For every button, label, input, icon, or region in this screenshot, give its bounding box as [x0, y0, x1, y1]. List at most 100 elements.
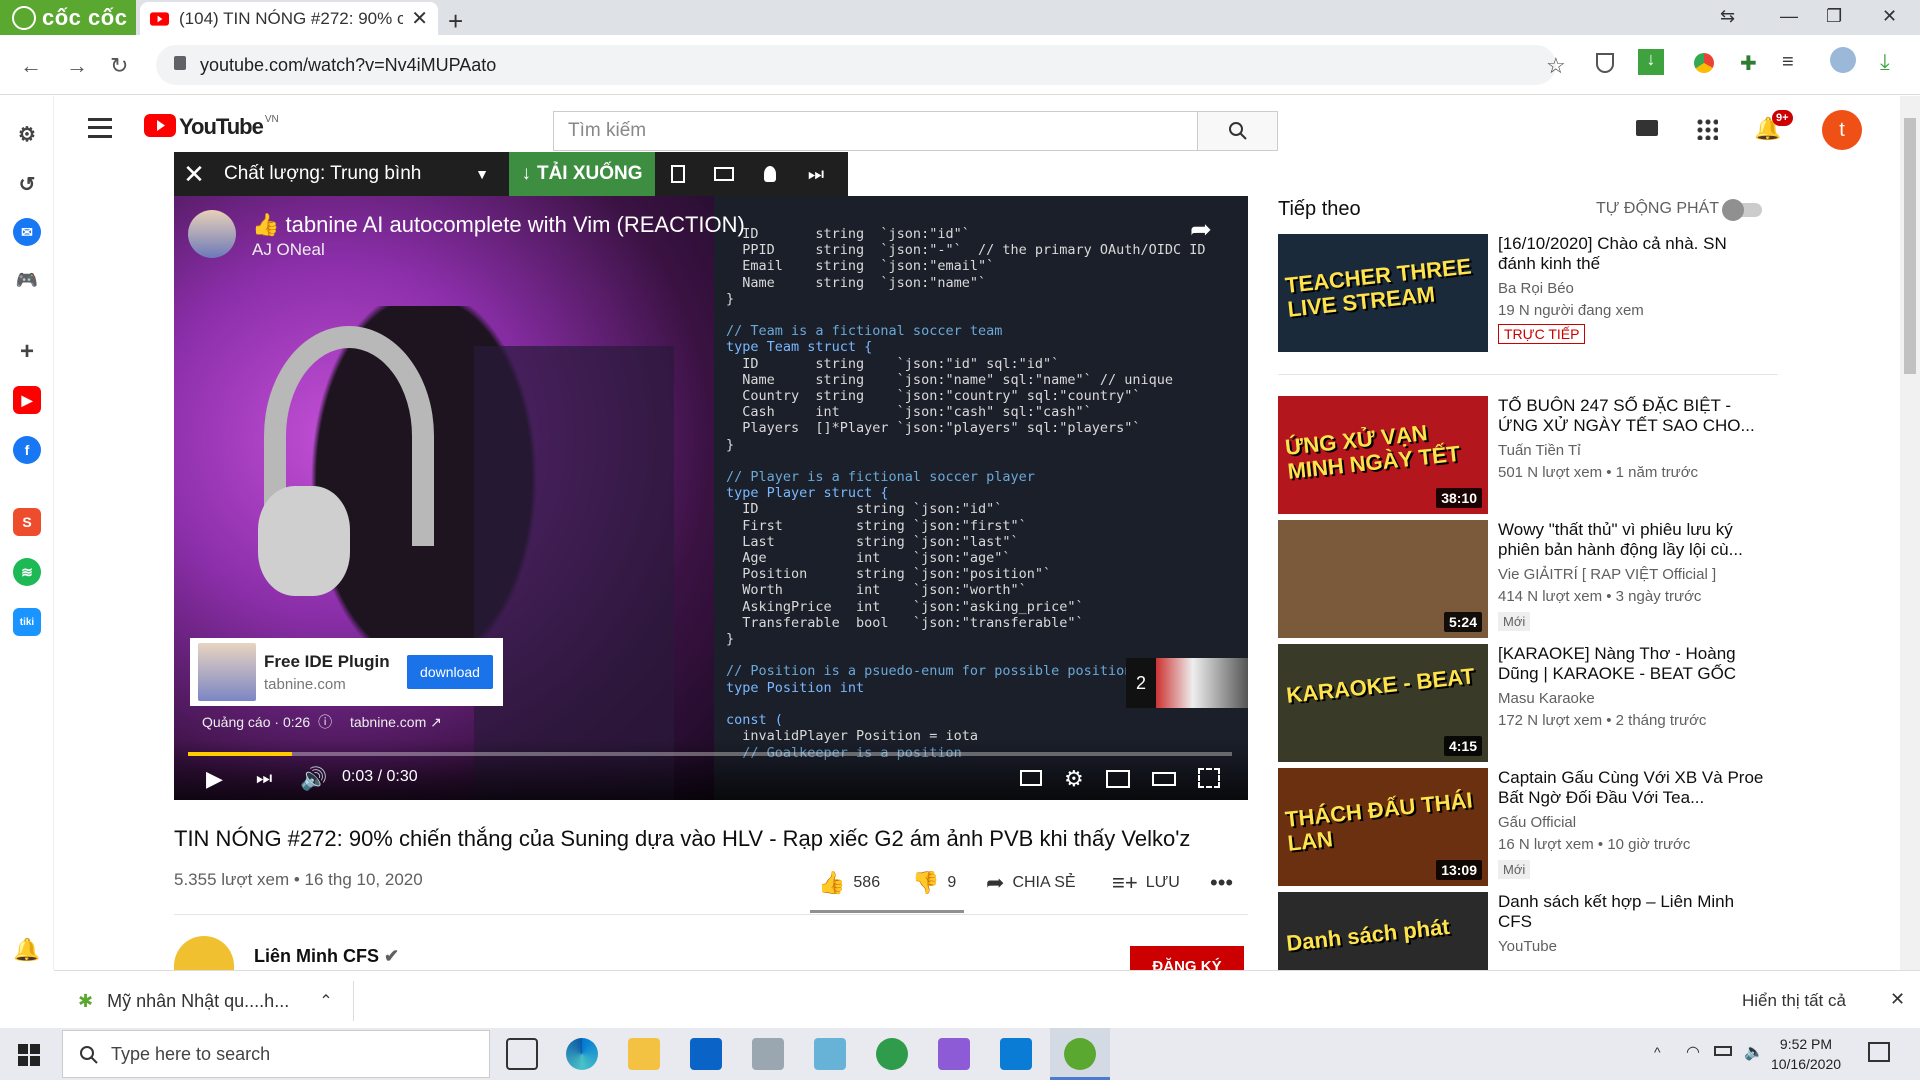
save-button[interactable]: ≡+ LƯU	[1112, 870, 1180, 896]
recommendation-channel[interactable]: Ba Rọi Béo	[1498, 280, 1574, 297]
shield-icon[interactable]	[1596, 53, 1614, 73]
chrome-ext-icon[interactable]	[1694, 53, 1714, 73]
profile-avatar-icon[interactable]	[1830, 47, 1856, 73]
progress-bar[interactable]	[188, 752, 1232, 756]
recommendation-title[interactable]: Wowy "thất thủ" vì phiêu lưu ký phiên bả…	[1498, 520, 1768, 560]
media-control-icon[interactable]: ≡	[1782, 51, 1794, 74]
miniplayer-icon[interactable]	[1106, 770, 1130, 788]
new-tab-button[interactable]: +	[448, 6, 463, 37]
add-app-icon[interactable]: +	[13, 338, 41, 366]
info-icon[interactable]: ⓘ	[318, 714, 332, 730]
tab-search-icon[interactable]: ⇆	[1720, 6, 1735, 27]
battery-icon[interactable]	[1714, 1046, 1732, 1056]
channel-name[interactable]: Liên Minh CFS ✔	[254, 946, 399, 967]
scrollbar-thumb[interactable]	[1904, 118, 1916, 374]
game-controller-icon[interactable]: 🎮	[13, 266, 41, 294]
tiki-app-icon[interactable]: tiki	[13, 608, 41, 636]
user-avatar[interactable]: t	[1822, 110, 1862, 150]
subscribe-button[interactable]: ĐĂNG KÝ	[1130, 946, 1244, 975]
channel-avatar[interactable]	[188, 210, 236, 258]
download-ext-icon[interactable]: ↓	[1638, 49, 1664, 75]
youtube-app-icon[interactable]: ▶	[13, 386, 41, 414]
coccoc-taskbar-item[interactable]	[1050, 1028, 1110, 1080]
lightbulb-icon[interactable]	[747, 152, 793, 196]
autoplay-toggle[interactable]	[1722, 199, 1764, 221]
file-explorer-icon[interactable]	[628, 1038, 660, 1070]
volume-icon[interactable]: 🔊	[300, 766, 327, 792]
recommendation-item[interactable]: ỨNG XỬ VẠN MINH NGÀY TẾT 38:10 TỐ BUÔN 247…	[1278, 396, 1778, 514]
export-icon[interactable]	[655, 152, 701, 196]
subtitles-icon[interactable]	[1020, 770, 1042, 786]
reload-icon[interactable]: ↻	[110, 53, 128, 79]
tool-app-icon[interactable]	[752, 1038, 784, 1070]
chevron-up-icon[interactable]: ⌃	[319, 991, 332, 1011]
apps-grid-icon[interactable]	[1696, 118, 1718, 140]
skip-icon[interactable]: ⏭	[793, 152, 839, 196]
facebook-app-icon[interactable]: f	[13, 436, 41, 464]
recommendation-title[interactable]: [KARAOKE] Nàng Thơ - Hoàng Dũng | KARAOK…	[1498, 644, 1768, 684]
taskbar-clock[interactable]: 9:52 PM 10/16/2020	[1770, 1034, 1842, 1074]
minimize-icon[interactable]: —	[1780, 6, 1798, 27]
close-download-bar-icon[interactable]: ✕	[1890, 989, 1905, 1010]
active-tab[interactable]: (104) TIN NÓNG #272: 90% chiến thắng ✕	[140, 2, 438, 35]
play-icon[interactable]: ▶	[206, 766, 223, 792]
like-button[interactable]: 👍 586	[818, 870, 880, 896]
ad-card[interactable]: Free IDE Plugin tabnine.com download	[190, 638, 503, 706]
windows-start-icon[interactable]	[18, 1044, 40, 1066]
recommendation-channel[interactable]: YouTube	[1498, 938, 1557, 955]
vscode-icon[interactable]	[1000, 1038, 1032, 1070]
settings-gear-icon[interactable]: ⚙	[13, 120, 41, 148]
theater-mode-icon[interactable]	[1152, 772, 1176, 786]
recommendation-item[interactable]: TEACHER THREE LIVE STREAM [16/10/2020] Ch…	[1278, 234, 1778, 352]
quality-select[interactable]: Chất lượng: Trung bình ▼	[214, 163, 509, 185]
show-all-downloads[interactable]: Hiển thị tất cả	[1742, 991, 1846, 1011]
action-center-icon[interactable]	[1868, 1042, 1890, 1062]
forward-icon[interactable]: →	[66, 53, 88, 79]
create-video-icon[interactable]	[1636, 120, 1658, 136]
close-window-icon[interactable]: ✕	[1882, 6, 1897, 27]
maps-app-icon[interactable]	[876, 1038, 908, 1070]
fullscreen-icon[interactable]	[1198, 768, 1220, 788]
ad-download-button[interactable]: download	[407, 655, 493, 689]
recommendation-item[interactable]: KARAOKE - BEAT 4:15 [KARAOKE] Nàng Thơ - H…	[1278, 644, 1778, 762]
youtube-logo[interactable]: YouTube VN	[144, 114, 279, 140]
task-view-icon[interactable]	[506, 1038, 538, 1070]
ad-link[interactable]: tabnine.com	[350, 714, 426, 730]
recommendation-title[interactable]: Danh sách kết hợp – Liên Minh CFS	[1498, 892, 1768, 932]
download-button[interactable]: ↓ TẢI XUỐNG	[509, 152, 655, 196]
pip-icon[interactable]	[701, 152, 747, 196]
recommendation-thumbnail[interactable]: 5:24	[1278, 520, 1488, 638]
wifi-icon[interactable]: ◠	[1686, 1042, 1700, 1062]
video-player[interactable]: ID string `json:"id"` PPID string `json:…	[174, 196, 1248, 800]
url-bar[interactable]: youtube.com/watch?v=Nv4iMUPAato	[156, 45, 1556, 85]
mail-icon[interactable]	[690, 1038, 722, 1070]
notes-app-icon[interactable]	[814, 1038, 846, 1070]
recommendation-title[interactable]: [16/10/2020] Chào cả nhà. SN đánh kinh t…	[1498, 234, 1768, 274]
recommendation-title[interactable]: TỐ BUÔN 247 SỐ ĐẶC BIỆT - ỨNG XỬ NGÀY TẾ…	[1498, 396, 1768, 436]
search-button[interactable]	[1197, 112, 1277, 150]
tab-close-icon[interactable]: ✕	[411, 6, 428, 31]
player-channel-name[interactable]: AJ ONeal	[252, 240, 325, 260]
close-downloader-icon[interactable]: ✕	[174, 159, 214, 190]
recommendation-channel[interactable]: Masu Karaoke	[1498, 690, 1595, 707]
ad-queue-preview[interactable]: 2	[1126, 658, 1248, 708]
maximize-icon[interactable]: ❐	[1826, 6, 1842, 27]
downloads-icon[interactable]: ⤓	[1880, 49, 1890, 75]
tray-chevron-icon[interactable]: ^	[1654, 1044, 1661, 1060]
download-item[interactable]: ✱ Mỹ nhân Nhật qu....h... ⌃	[78, 983, 368, 1019]
dislike-button[interactable]: 👎 9	[912, 870, 956, 896]
player-video-title[interactable]: 👍 tabnine AI autocomplete with Vim (REAC…	[252, 212, 745, 238]
messenger-icon[interactable]: ✉	[13, 218, 41, 246]
recommendation-thumbnail[interactable]: ỨNG XỬ VẠN MINH NGÀY TẾT 38:10	[1278, 396, 1488, 514]
next-icon[interactable]: ⏭	[256, 768, 272, 789]
speaker-icon[interactable]: 🔈	[1744, 1042, 1764, 1062]
channel-avatar-large[interactable]	[174, 936, 234, 970]
notification-bell-icon[interactable]: 🔔	[13, 936, 41, 964]
browser-brand[interactable]: cốc cốc	[0, 0, 136, 35]
recommendation-channel[interactable]: Gấu Official	[1498, 814, 1576, 831]
spotify-app-icon[interactable]: ≋	[13, 558, 41, 586]
recommendation-item[interactable]: THÁCH ĐẤU THÁI LAN 13:09 Captain Gấu Cùng …	[1278, 768, 1778, 886]
recommendation-item[interactable]: 5:24 Wowy "thất thủ" vì phiêu lưu ký phiê…	[1278, 520, 1778, 638]
share-arrow-icon[interactable]: ➦	[1190, 214, 1212, 245]
recommendation-channel[interactable]: Vie GIẢITRÍ [ RAP VIỆT Official ]	[1498, 566, 1716, 583]
